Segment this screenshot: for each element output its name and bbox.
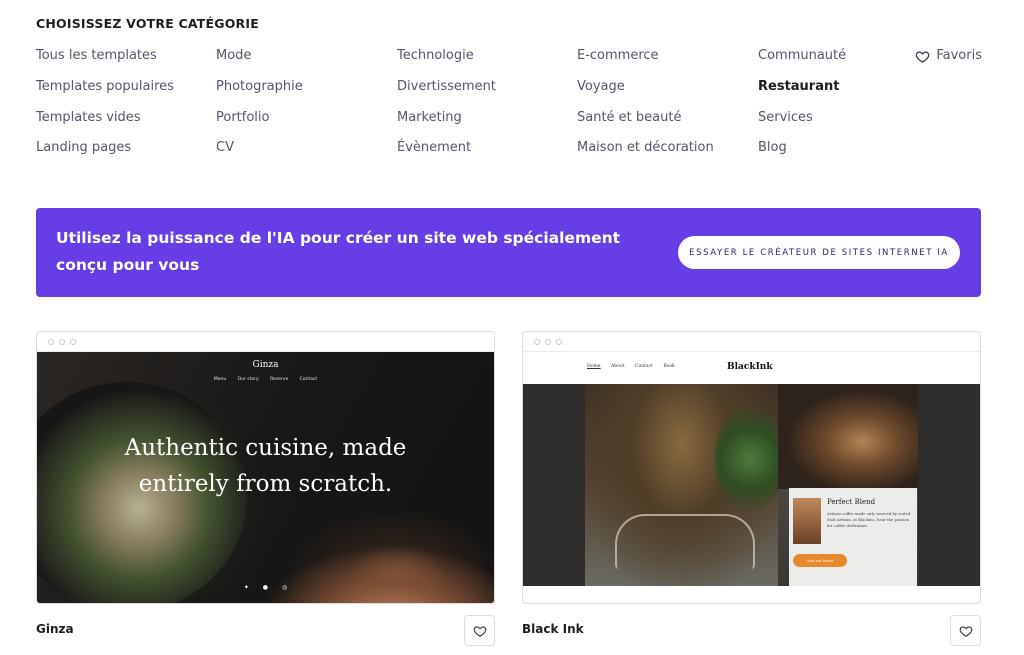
category-column-4: E-commerce Voyage Santé et beauté Maison… xyxy=(577,46,714,169)
category-marketing[interactable]: Marketing xyxy=(397,108,496,139)
category-event[interactable]: Évènement xyxy=(397,138,496,169)
hand-image xyxy=(237,532,494,603)
ai-builder-banner: Utilisez la puissance de l'IA pour créer… xyxy=(36,208,981,297)
black-ink-nav: Home About Contact Book xyxy=(587,364,684,369)
window-dot-icon xyxy=(59,339,65,345)
category-cv[interactable]: CV xyxy=(216,138,303,169)
category-restaurant[interactable]: Restaurant xyxy=(758,77,846,108)
category-entertainment[interactable]: Divertissement xyxy=(397,77,496,108)
template-card-ginza: Ginza Menu Our story Reserve Contact Aut… xyxy=(36,331,495,646)
template-card-black-ink: Home About Contact Book BlackInk Perfect… xyxy=(522,331,981,646)
category-community[interactable]: Communauté xyxy=(758,46,846,77)
black-ink-nav-item: Home xyxy=(587,364,601,369)
favorite-button[interactable] xyxy=(464,615,495,646)
category-blog[interactable]: Blog xyxy=(758,138,846,169)
category-ecommerce[interactable]: E-commerce xyxy=(577,46,714,77)
ginza-nav: Menu Our story Reserve Contact xyxy=(37,377,494,382)
category-services[interactable]: Services xyxy=(758,108,846,139)
window-dot-icon xyxy=(534,339,540,345)
category-column-1: Tous les templates Templates populaires … xyxy=(36,46,174,169)
try-ai-builder-button[interactable]: ESSAYER LE CRÉATEUR DE SITES INTERNET IA xyxy=(678,236,960,269)
browser-bar xyxy=(37,332,494,352)
window-dot-icon xyxy=(70,339,76,345)
black-ink-card-title: Perfect Blend xyxy=(827,498,876,506)
ginza-headline: Authentic cuisine, made entirely from sc… xyxy=(124,435,407,497)
black-ink-nav-item: Book xyxy=(663,364,675,369)
heart-outline-icon xyxy=(473,625,486,637)
ginza-hero-image: Ginza Menu Our story Reserve Contact Aut… xyxy=(37,352,494,603)
template-name: Black Ink xyxy=(522,622,584,636)
heart-outline-icon xyxy=(959,625,972,637)
category-column-5: Communauté Restaurant Services Blog xyxy=(758,46,846,169)
category-portfolio[interactable]: Portfolio xyxy=(216,108,303,139)
black-ink-hero: Perfect Blend Artisan coffee made only s… xyxy=(523,384,980,586)
category-health-beauty[interactable]: Santé et beauté xyxy=(577,108,714,139)
ginza-nav-item: Our story xyxy=(237,377,259,382)
ginza-nav-item: Menu xyxy=(213,377,227,382)
template-preview-ginza[interactable]: Ginza Menu Our story Reserve Contact Aut… xyxy=(36,331,495,604)
category-home-decor[interactable]: Maison et décoration xyxy=(577,138,714,169)
category-travel[interactable]: Voyage xyxy=(577,77,714,108)
ginza-nav-item: Contact xyxy=(299,377,318,382)
cafe-interior-image xyxy=(585,384,785,586)
ginza-nav-item: Reserve xyxy=(270,377,289,382)
instagram-icon: ◎ xyxy=(281,584,288,591)
category-column-2: Mode Photographie Portfolio CV xyxy=(216,46,303,169)
window-dot-icon xyxy=(48,339,54,345)
favorite-button[interactable] xyxy=(950,615,981,646)
black-ink-logo: BlackInk xyxy=(727,362,773,372)
black-ink-nav-item: About xyxy=(611,364,625,369)
heart-outline-icon xyxy=(916,50,930,63)
category-blank-templates[interactable]: Templates vides xyxy=(36,108,174,139)
window-dot-icon xyxy=(556,339,562,345)
category-technology[interactable]: Technologie xyxy=(397,46,496,77)
category-all-templates[interactable]: Tous les templates xyxy=(36,46,174,77)
coffee-roaster-image xyxy=(778,384,918,489)
category-column-3: Technologie Divertissement Marketing Évè… xyxy=(397,46,496,169)
plant-image xyxy=(715,404,785,514)
browser-bar xyxy=(523,332,980,352)
category-section-title: CHOISISSEZ VOTRE CATÉGORIE xyxy=(36,16,259,31)
category-landing-pages[interactable]: Landing pages xyxy=(36,138,174,169)
template-preview-black-ink[interactable]: Home About Contact Book BlackInk Perfect… xyxy=(522,331,981,604)
black-ink-header: Home About Contact Book BlackInk xyxy=(523,352,980,384)
barista-thumbnail xyxy=(793,498,821,544)
facebook-icon: ● xyxy=(262,584,269,591)
black-ink-feature-card: Perfect Blend Artisan coffee made only s… xyxy=(789,488,917,586)
black-ink-card-button: Visit our Brand xyxy=(793,554,847,567)
category-grid: Tous les templates Templates populaires … xyxy=(36,46,982,170)
ginza-logo: Ginza xyxy=(252,360,279,370)
black-ink-card-text: Artisan coffee made only sourced by suit… xyxy=(827,511,911,528)
category-fashion[interactable]: Mode xyxy=(216,46,303,77)
template-name: Ginza xyxy=(36,622,74,636)
category-photography[interactable]: Photographie xyxy=(216,77,303,108)
ai-banner-text: Utilisez la puissance de l'IA pour créer… xyxy=(56,229,621,274)
category-popular-templates[interactable]: Templates populaires xyxy=(36,77,174,108)
ginza-social-icons: ✦ ● ◎ xyxy=(37,584,494,591)
favorites-link[interactable]: Favoris xyxy=(915,46,982,66)
twitter-icon: ✦ xyxy=(243,584,249,591)
chairs-image xyxy=(615,514,755,569)
favorites-label: Favoris xyxy=(936,48,982,63)
black-ink-nav-item: Contact xyxy=(635,364,653,369)
window-dot-icon xyxy=(545,339,551,345)
